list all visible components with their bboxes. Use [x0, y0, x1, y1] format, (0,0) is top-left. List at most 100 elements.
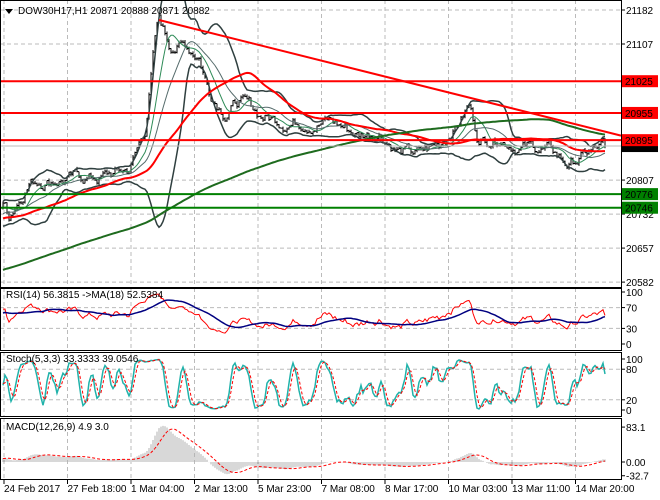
price-bar: [308, 129, 310, 134]
price-bar: [524, 141, 526, 147]
price-bar: [578, 157, 580, 166]
price-bar: [106, 169, 108, 175]
time-label: 27 Feb 18:00: [68, 484, 127, 495]
price-bar: [232, 100, 234, 107]
price-bar: [304, 129, 306, 133]
rsi-tick-label: 0: [626, 340, 632, 351]
rsi-tick-label: 30: [626, 324, 638, 335]
price-bar: [366, 132, 368, 139]
rsi-label: RSI(14) 56.3815 ->MA(18) 52.5384: [6, 290, 163, 301]
price-bar: [312, 131, 314, 136]
price-bar: [246, 94, 248, 100]
price-bar: [224, 117, 226, 122]
price-bar: [278, 123, 280, 129]
price-bar: [570, 156, 572, 166]
price-bar: [198, 57, 200, 61]
price-bar: [286, 127, 288, 134]
price-tick-label: 21182: [626, 6, 654, 17]
time-label: 7 Mar 08:00: [322, 484, 376, 495]
price-bar: [398, 146, 400, 150]
price-bar: [472, 107, 474, 122]
header: DOW30H17,H1 20871 20888 20871 20882: [5, 6, 210, 17]
price-bar: [470, 103, 472, 111]
price-tick-label: 20807: [626, 176, 654, 187]
price-bar: [282, 126, 284, 134]
price-bar: [264, 114, 266, 122]
chart-canvas[interactable]: 24 Feb 2017 27 Feb 18:00 1 Mar 04:00 2 Mar …: [0, 0, 660, 500]
time-label: 1 Mar 04:00: [131, 484, 185, 495]
time-label: 8 Mar 17:00: [385, 484, 439, 495]
trading-chart-window: 24 Feb 2017 27 Feb 18:00 1 Mar 04:00 2 Mar …: [0, 0, 660, 500]
price-bar: [538, 149, 540, 154]
price-bar: [164, 25, 166, 36]
price-bar: [336, 120, 338, 127]
price-bar: [104, 169, 106, 175]
price-tick-label: 20657: [626, 244, 654, 255]
resistance-level-label: 20895: [625, 136, 653, 147]
price-bar: [50, 181, 52, 187]
price-bar: [162, 23, 164, 27]
price-bar: [302, 128, 304, 133]
price-bar: [320, 123, 322, 126]
macd-label: MACD(12,26,9) 4.9 3.0: [6, 422, 109, 433]
price-bar: [432, 143, 434, 146]
price-bar: [36, 182, 38, 187]
price-tick-label: 21107: [626, 40, 654, 51]
price-bar: [182, 40, 184, 44]
price-bar: [102, 170, 104, 177]
price-bar: [518, 149, 520, 153]
price-bar: [358, 131, 360, 138]
time-label: 13 Mar 11:00: [512, 484, 571, 495]
macd-tick-label: -32.7: [626, 472, 649, 483]
rsi-ma-line: [2, 299, 606, 329]
price-bar: [568, 162, 570, 170]
time-label: 5 Mar 23:00: [258, 484, 312, 495]
price-bar: [18, 201, 20, 208]
price-bar: [280, 127, 282, 129]
time-label: 14 Mar 20:00: [576, 484, 635, 495]
price-bar: [60, 179, 62, 184]
price-bar: [172, 50, 174, 54]
price-bar: [242, 94, 244, 100]
price-bar: [360, 132, 362, 139]
support-level-label: 20746: [625, 204, 653, 215]
price-bar: [42, 187, 44, 191]
price-bar: [296, 123, 298, 126]
price-bar: [306, 129, 308, 135]
bollinger-upper-band: [2, 0, 606, 202]
stoch-label: Stoch(5,3,3) 33.3333 39.0546: [6, 354, 139, 365]
price-bar: [318, 124, 320, 128]
price-bar: [96, 179, 98, 185]
price-bar: [168, 39, 170, 51]
macd-tick-label: 0.00: [626, 458, 646, 469]
price-bar: [34, 181, 36, 185]
price-bar: [288, 126, 290, 130]
rsi-tick-label: 70: [626, 304, 638, 315]
price-bar: [38, 182, 40, 186]
price-bar: [244, 93, 246, 98]
price-bar: [536, 150, 538, 154]
resistance-level-label: 21025: [625, 77, 653, 88]
ma-10-line: [2, 34, 606, 211]
price-bar: [218, 107, 220, 111]
price-bar: [222, 113, 224, 122]
price-bar: [190, 52, 192, 56]
price-bar: [170, 48, 172, 54]
price-bar: [108, 170, 110, 175]
price-bar: [554, 151, 556, 153]
price-bar: [240, 95, 242, 103]
price-bar: [348, 129, 350, 133]
price-bar: [236, 100, 238, 109]
dropdown-triangle-icon[interactable]: [5, 9, 13, 14]
rsi-tick-label: 100: [626, 288, 643, 299]
price-bar: [310, 131, 312, 135]
price-bar: [412, 151, 414, 156]
price-bar: [234, 98, 236, 104]
price-bar: [226, 117, 228, 122]
price-bar: [80, 175, 82, 183]
price-bar: [284, 129, 286, 132]
price-bar: [266, 114, 268, 117]
price-bar: [276, 120, 278, 127]
price-bar: [22, 201, 24, 205]
price-bar: [78, 171, 80, 179]
